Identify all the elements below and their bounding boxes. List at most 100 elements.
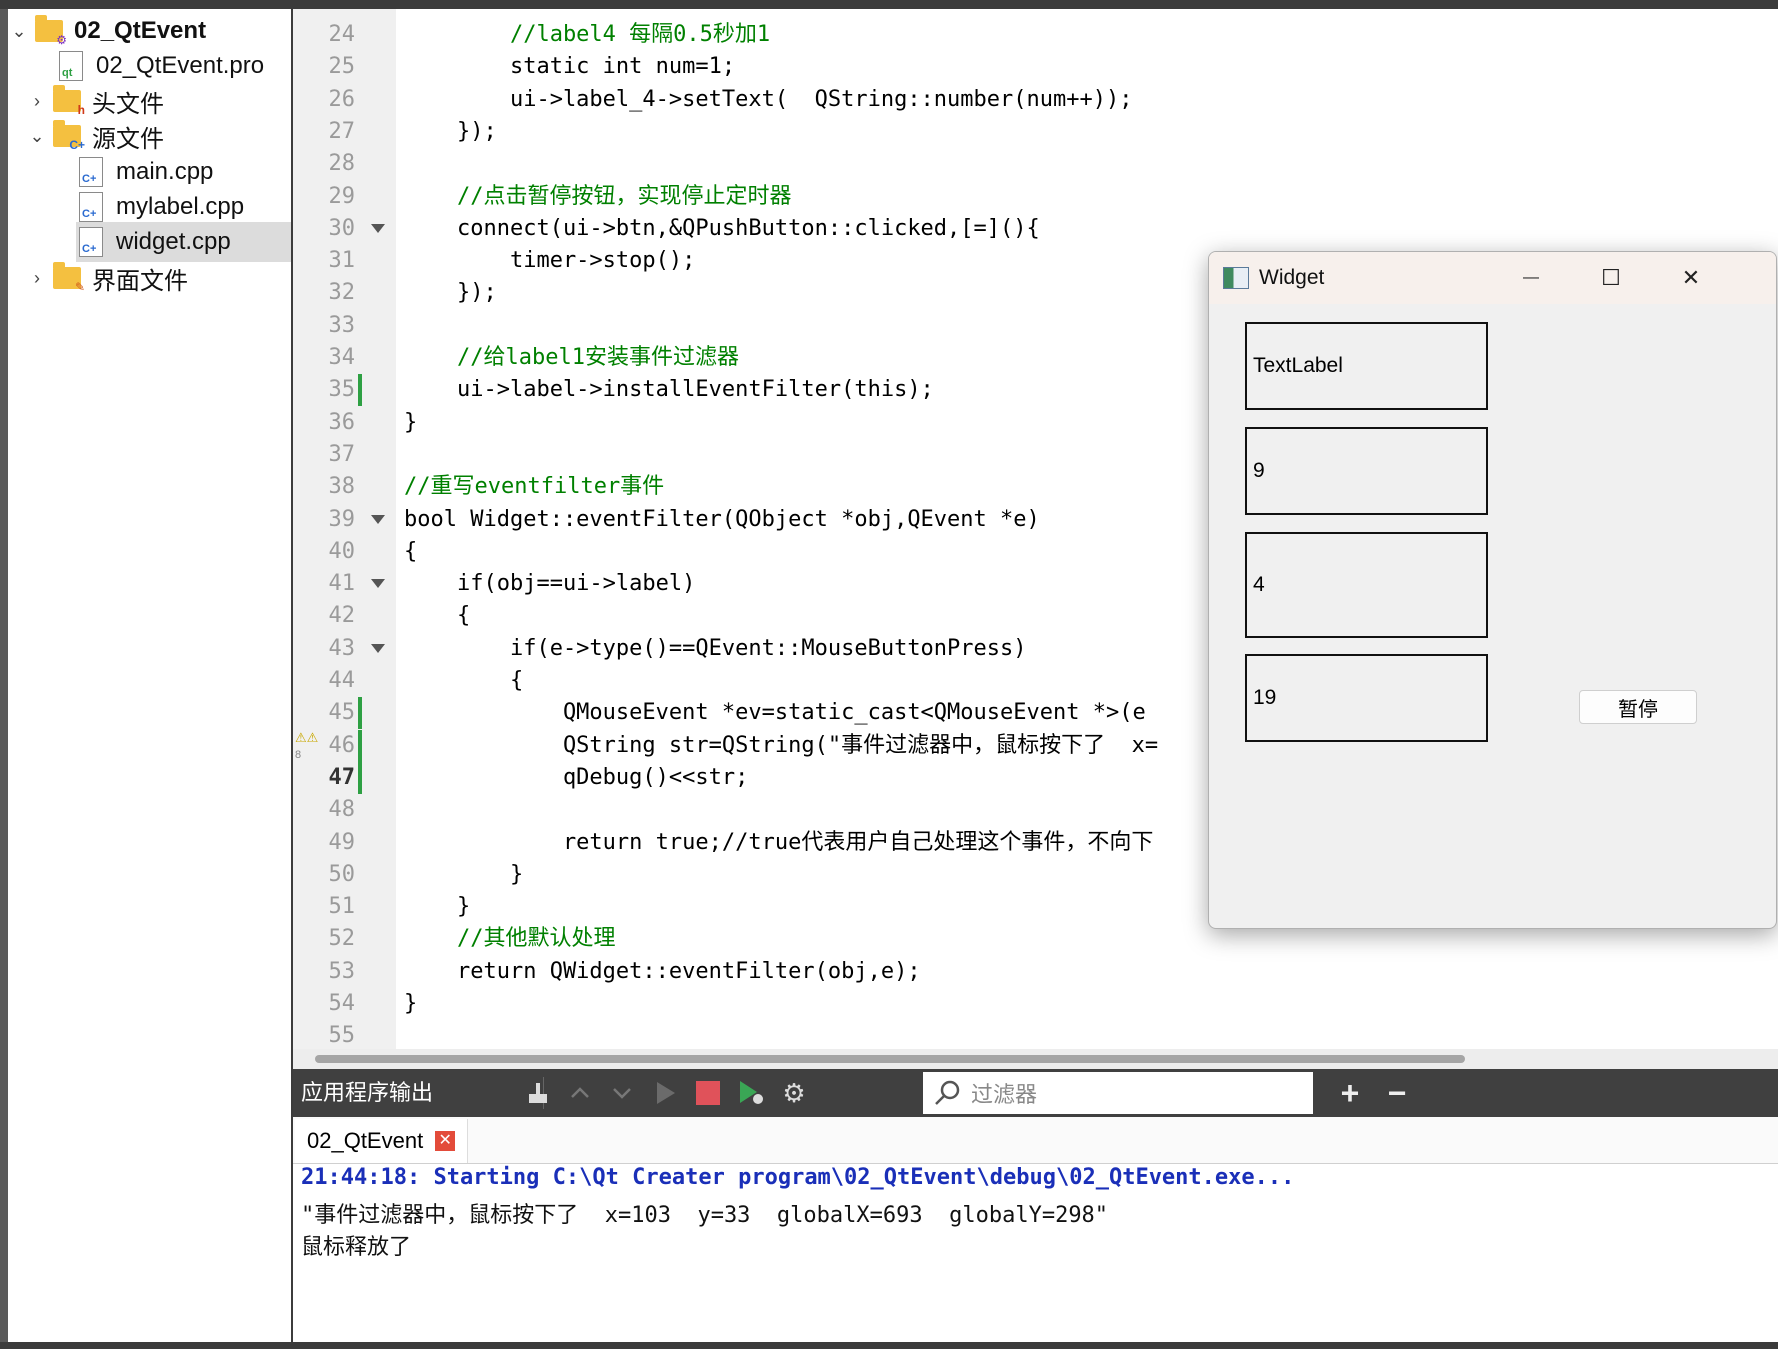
code-text: connect(ui->btn,&QPushButton::clicked,[=… <box>404 215 1040 241</box>
code-text: return QWidget::eventFilter(obj,e); <box>404 958 921 984</box>
filter-input[interactable]: 过滤器 <box>923 1072 1313 1114</box>
gear-icon: ⚙ <box>782 1077 806 1108</box>
scrollbar-thumb[interactable] <box>315 1055 1465 1063</box>
code-line[interactable]: 26 ui->label_4->setText( QString::number… <box>293 84 1778 116</box>
tree-item-project[interactable]: ⌄ ⚙ 02_QtEvent <box>8 11 291 51</box>
chevron-down-icon[interactable]: ⌄ <box>8 21 30 42</box>
stop-icon <box>696 1081 720 1105</box>
tree-item-label: 源文件 <box>92 125 164 153</box>
tree-item-label: main.cpp <box>116 158 214 185</box>
code-text: return true;//true代表用户自己处理这个事件，不向下 <box>404 829 1154 855</box>
project-folder-icon: ⚙ <box>34 15 67 46</box>
line-number: 52 <box>328 926 356 952</box>
line-number: 49 <box>328 829 356 855</box>
horizontal-scrollbar[interactable] <box>293 1049 1778 1069</box>
code-text: { <box>404 538 418 564</box>
chevron-down-icon <box>613 1088 631 1099</box>
remove-button[interactable]: − <box>1380 1074 1414 1111</box>
code-line[interactable]: 55 <box>293 1020 1778 1052</box>
tree-item-mylabel-cpp[interactable]: C+ mylabel.cpp <box>76 187 291 227</box>
code-text: } <box>404 409 418 435</box>
code-text: ui->label_4->setText( QString::number(nu… <box>404 86 1133 112</box>
chevron-down-icon[interactable]: ⌄ <box>26 126 48 147</box>
code-text: bool Widget::eventFilter(QObject *obj,QE… <box>404 506 1040 532</box>
minimize-button[interactable]: — <box>1496 252 1566 304</box>
line-number: 28 <box>328 151 356 177</box>
output-line-release: 鼠标释放了 <box>301 1235 412 1260</box>
output-tab[interactable]: 02_QtEvent ✕ <box>295 1119 469 1163</box>
add-button[interactable]: + <box>1333 1074 1367 1111</box>
code-text: { <box>404 603 471 629</box>
line-number: 25 <box>328 54 356 80</box>
line-number: 42 <box>328 603 356 629</box>
tree-item-label: mylabel.cpp <box>116 193 245 220</box>
code-text: //重写eventfilter事件 <box>404 474 665 500</box>
line-number: 35 <box>328 377 356 403</box>
source-folder-icon: C+ <box>52 120 85 151</box>
code-line[interactable]: 30 connect(ui->btn,&QPushButton::clicked… <box>293 213 1778 245</box>
close-icon[interactable]: ✕ <box>435 1131 456 1151</box>
tree-item-label: 头文件 <box>92 90 164 118</box>
code-text: ui->label->installEventFilter(this); <box>404 377 934 403</box>
minus-icon: − <box>1387 1074 1407 1111</box>
tree-item-widget-cpp[interactable]: C+ widget.cpp <box>76 222 291 262</box>
tree-item-sources[interactable]: ⌄ C+ 源文件 <box>26 116 291 156</box>
code-text: if(e->type()==QEvent::MouseButtonPress) <box>404 635 1027 661</box>
modified-line-marker <box>358 761 362 794</box>
line-number: 48 <box>328 797 356 823</box>
filter-placeholder: 过滤器 <box>971 1082 1038 1107</box>
line-number: 47 <box>328 764 356 790</box>
warning-icon[interactable]: ⚠⚠ <box>295 730 318 745</box>
tree-item-headers[interactable]: › h 头文件 <box>26 81 291 121</box>
clear-output-button[interactable] <box>521 1077 555 1109</box>
debug-play-icon <box>740 1081 763 1104</box>
modified-line-marker <box>358 729 362 762</box>
run-button[interactable] <box>648 1077 682 1109</box>
code-text: static int num=1; <box>404 54 736 80</box>
top-window-edge <box>0 0 1778 9</box>
line-number: 34 <box>328 345 356 370</box>
fold-arrow-icon[interactable] <box>371 579 385 589</box>
fold-arrow-icon[interactable] <box>371 514 385 524</box>
settings-button[interactable]: ⚙ <box>777 1077 811 1109</box>
qt-pro-file-icon: qt <box>56 51 86 81</box>
code-line[interactable]: 53 return QWidget::eventFilter(obj,e); <box>293 956 1778 988</box>
pause-button[interactable]: 暂停 <box>1579 690 1697 724</box>
debug-run-button[interactable] <box>734 1077 768 1109</box>
code-line[interactable]: 25 static int num=1; <box>293 51 1778 83</box>
code-text: } <box>404 894 471 920</box>
stop-button[interactable] <box>691 1077 725 1109</box>
fold-arrow-icon[interactable] <box>371 223 385 233</box>
plus-icon: + <box>1340 1074 1360 1111</box>
tree-item-pro-file[interactable]: qt 02_QtEvent.pro <box>56 46 291 86</box>
line-number: 54 <box>328 991 356 1016</box>
code-text: if(obj==ui->label) <box>404 571 696 597</box>
code-line[interactable]: 28 <box>293 148 1778 180</box>
minimize-icon: — <box>1523 269 1539 286</box>
chevron-right-icon[interactable]: › <box>26 268 48 289</box>
text-label-1: TextLabel <box>1245 322 1488 410</box>
close-button[interactable]: ✕ <box>1656 252 1726 304</box>
previous-item-button[interactable] <box>563 1077 597 1109</box>
window-titlebar[interactable]: Widget — ☐ ✕ <box>1209 252 1776 304</box>
maximize-icon: ☐ <box>1601 265 1621 290</box>
line-number: 55 <box>328 1023 356 1049</box>
tree-item-main-cpp[interactable]: C+ main.cpp <box>76 152 291 192</box>
code-text: timer->stop(); <box>404 248 696 274</box>
code-text: //其他默认处理 <box>404 926 616 952</box>
cpp-file-icon: C+ <box>76 227 106 257</box>
output-pane-title: 应用程序输出 <box>301 1080 434 1105</box>
line-number: 26 <box>328 86 356 112</box>
next-item-button[interactable] <box>605 1077 639 1109</box>
output-toolbar: 应用程序输出 ⚙ 过滤器 + − <box>293 1069 1778 1117</box>
code-line[interactable]: 27 }); <box>293 116 1778 148</box>
code-line[interactable]: 24 //label4 每隔0.5秒加1 <box>293 19 1778 51</box>
line-number: 50 <box>328 861 356 887</box>
tree-item-forms[interactable]: › ✎ 界面文件 <box>26 258 291 298</box>
code-line[interactable]: 29 //点击暂停按钮，实现停止定时器 <box>293 181 1778 213</box>
fold-arrow-icon[interactable] <box>371 643 385 653</box>
code-line[interactable]: 54} <box>293 988 1778 1020</box>
line-number: 31 <box>328 248 356 274</box>
chevron-right-icon[interactable]: › <box>26 91 48 112</box>
maximize-button[interactable]: ☐ <box>1576 252 1646 304</box>
